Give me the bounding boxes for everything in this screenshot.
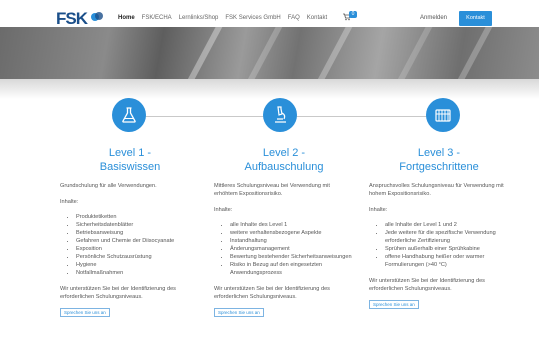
list-item: Exposition xyxy=(76,245,200,253)
cart-count-badge: 0 xyxy=(349,11,357,18)
level-3-inhalt-label: Inhalte: xyxy=(369,207,388,213)
nav-item-faq[interactable]: FAQ xyxy=(288,15,300,21)
list-item: Hygiene xyxy=(76,261,200,269)
level-1-footer-text: Wir unterstützen Sie bei der Identifizie… xyxy=(60,286,176,300)
level-3-description: Anspruchsvolles Schulungsniveau für Verw… xyxy=(369,183,504,197)
level-2-content-list: alle Inhalte des Level 1 weitere verhalt… xyxy=(230,221,354,277)
level-2-contact-button[interactable]: Sprechen Sie uns an xyxy=(214,308,264,317)
list-item: Notfallmaßnahmen xyxy=(76,269,200,277)
nav-item-fsk-echa[interactable]: FSK/ECHA xyxy=(142,15,172,21)
nav-item-kontakt[interactable]: Kontakt xyxy=(307,15,327,21)
level-3-icon-circle xyxy=(426,98,460,132)
nav-item-home[interactable]: Home xyxy=(118,15,135,21)
level-1-title: Level 1 - Basiswissen xyxy=(99,147,161,173)
list-item: alle Inhalte der Level 1 und 2 xyxy=(385,221,509,229)
list-item: Persönliche Schutzausrüstung xyxy=(76,253,200,261)
level-3-contact-button[interactable]: Sprechen Sie uns an xyxy=(369,300,419,309)
level-3-column: Level 3 - Fortgeschrittene Anspruchsvoll… xyxy=(369,146,509,311)
list-item: Instandhaltung xyxy=(230,237,354,245)
level-2-footer-text: Wir unterstützen Sie bei der Identifizie… xyxy=(214,286,330,300)
level-1-content-list: Produktetiketten Sicherheitsdatenblätter… xyxy=(76,213,200,277)
logo-text: FSK xyxy=(56,9,88,28)
hero-banner xyxy=(0,27,539,79)
level-2-icon-circle xyxy=(263,98,297,132)
test-tubes-icon xyxy=(435,109,451,122)
list-item: Änderungsmanagement xyxy=(230,245,354,253)
flask-icon xyxy=(122,107,136,123)
level-2-title: Level 2 - Aufbauschulung xyxy=(244,147,324,173)
list-item: Risiko in Bezug auf den eingesetzten Anw… xyxy=(230,261,354,277)
list-item: weitere verhaltensbezogene Aspekte xyxy=(230,229,354,237)
list-item: offene Handhabung heißer oder warmer For… xyxy=(385,253,509,269)
level-1-inhalt-label: Inhalte: xyxy=(60,199,79,205)
logo-mark-icon xyxy=(91,12,103,21)
level-1-description: Grundschulung für alle Verwendungen. xyxy=(60,183,157,189)
list-item: Sprühen außerhalb einer Sprühkabine xyxy=(385,245,509,253)
contact-button[interactable]: Kontakt xyxy=(459,11,492,26)
main-nav: Home FSK/ECHA Lernlinks/Shop FSK Service… xyxy=(118,15,327,21)
microscope-icon xyxy=(275,106,286,123)
level-2-description: Mittleres Schulungsniveau bei Verwendung… xyxy=(214,183,330,197)
level-2-column: Level 2 - Aufbauschulung Mittleres Schul… xyxy=(214,146,354,319)
level-3-content-list: alle Inhalte der Level 1 und 2 Jede weit… xyxy=(385,221,509,269)
login-link[interactable]: Anmelden xyxy=(420,15,447,21)
nav-item-lernlinks-shop[interactable]: Lernlinks/Shop xyxy=(179,15,219,21)
level-1-column: Level 1 - Basiswissen Grundschulung für … xyxy=(60,146,200,319)
level-3-title: Level 3 - Fortgeschrittene xyxy=(399,147,479,173)
list-item: Sicherheitsdatenblätter xyxy=(76,221,200,229)
list-item: Gefahren und Chemie der Diisocyanate xyxy=(76,237,200,245)
level-1-icon-circle xyxy=(112,98,146,132)
level-2-inhalt-label: Inhalte: xyxy=(214,207,233,213)
level-3-footer-text: Wir unterstützen Sie bei der Identifizie… xyxy=(369,278,485,292)
list-item: Produktetiketten xyxy=(76,213,200,221)
list-item: alle Inhalte des Level 1 xyxy=(230,221,354,229)
list-item: Bewertung bestehender Sicherheitsanweisu… xyxy=(230,253,354,261)
level-1-contact-button[interactable]: Sprechen Sie uns an xyxy=(60,308,110,317)
nav-item-fsk-services[interactable]: FSK Services GmbH xyxy=(225,15,280,21)
list-item: Betriebsanweisung xyxy=(76,229,200,237)
cart-button[interactable]: 0 xyxy=(343,11,357,22)
banner-fade xyxy=(0,79,539,99)
list-item: Jede weitere für die spezifische Verwend… xyxy=(385,229,509,245)
